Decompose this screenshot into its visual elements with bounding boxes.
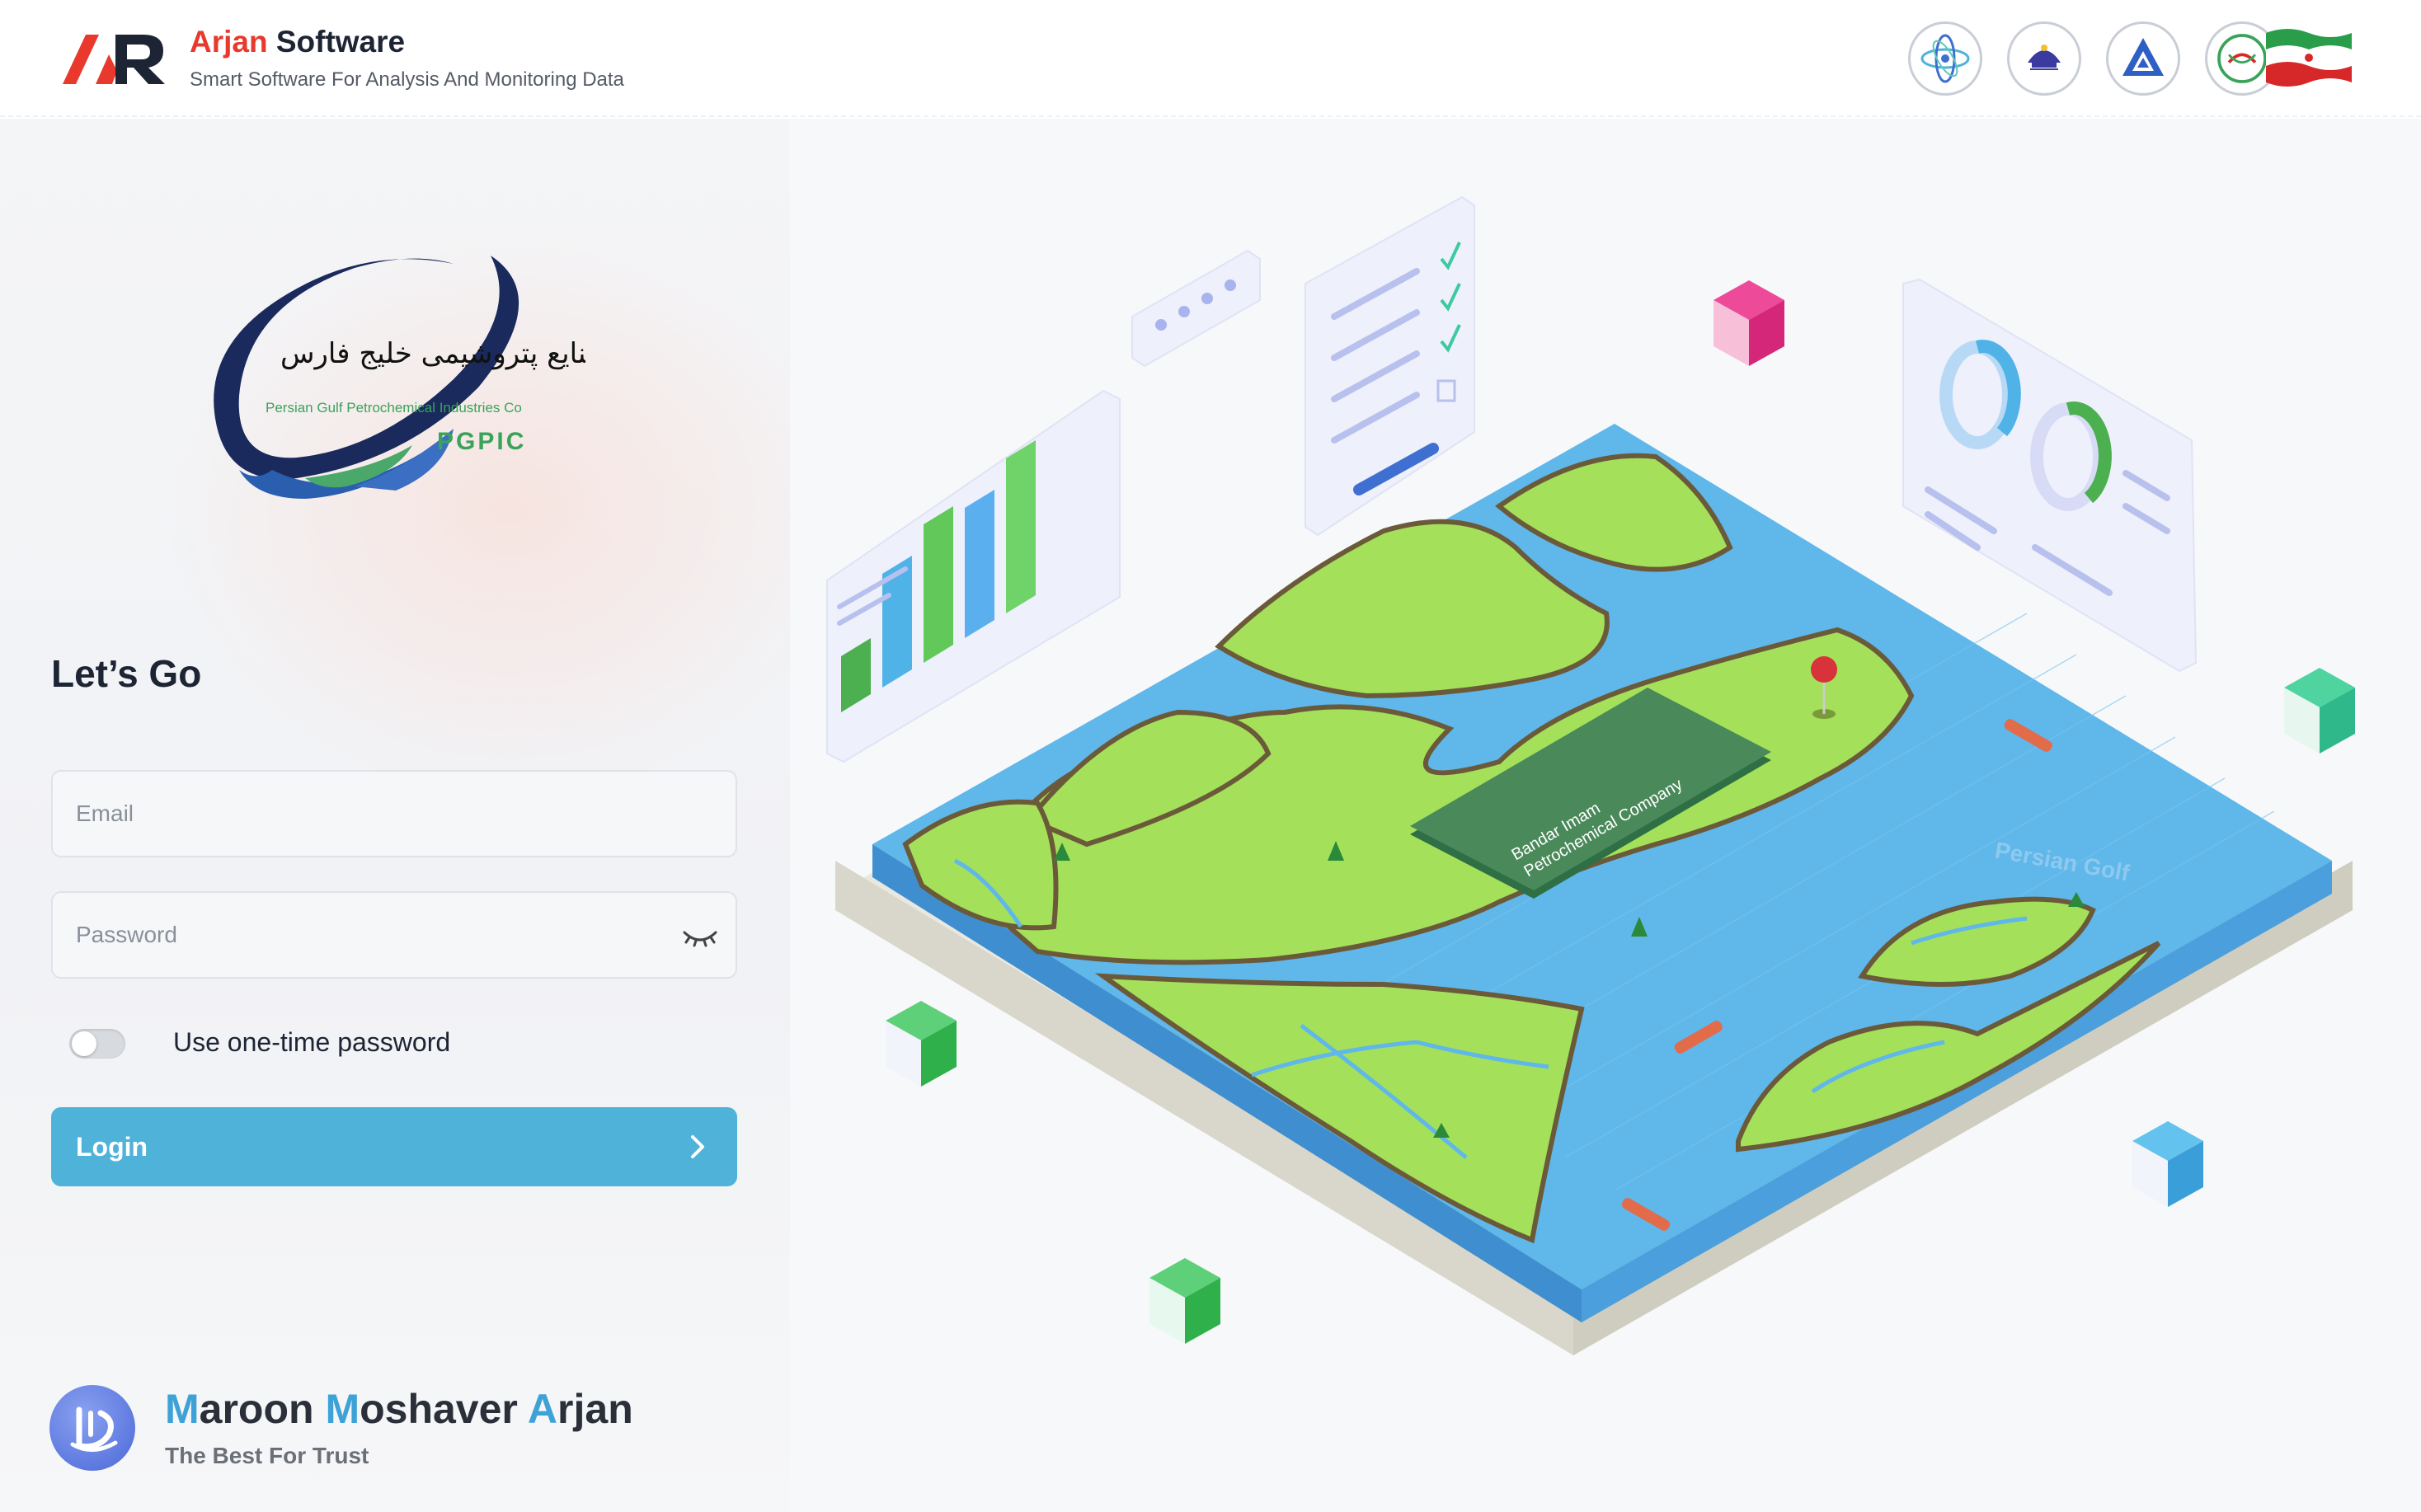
toggle-knob: [72, 1031, 96, 1056]
chevron-right-icon: [691, 1135, 704, 1158]
dots-card: [1131, 249, 1261, 368]
cube-green-left: [886, 1001, 957, 1087]
arjan-logo: [63, 35, 165, 84]
atom-logo-icon: [1908, 21, 1982, 96]
checklist-card: [1305, 195, 1475, 537]
email-input[interactable]: [53, 772, 736, 856]
footer-title: Maroon Moshaver Arjan: [165, 1385, 633, 1433]
email-field[interactable]: [51, 770, 737, 857]
flag-icon: [2266, 29, 2352, 87]
login-title: Let’s Go: [51, 652, 202, 695]
triangle-a-logo-icon: [2106, 21, 2180, 96]
brand-subtitle: Smart Software For Analysis And Monitori…: [190, 68, 624, 91]
login-button[interactable]: Login: [51, 1107, 737, 1186]
word-rjan: rjan: [557, 1386, 633, 1432]
password-field[interactable]: [51, 891, 737, 979]
word-oshaver: oshaver: [360, 1386, 528, 1432]
top-header: Arjan Software Smart Software For Analys…: [0, 0, 2421, 117]
otp-label: Use one-time password: [173, 1027, 451, 1057]
isometric-illustration: Bandar Imam Petrochemical Company Persia…: [790, 119, 2421, 1512]
eye-closed-icon[interactable]: [681, 921, 719, 954]
bar-chart-card: [826, 389, 1121, 763]
initial-m2: M: [325, 1386, 360, 1432]
university-logo-icon: [2007, 21, 2081, 96]
initial-m1: M: [165, 1386, 200, 1432]
cube-teal: [2284, 668, 2355, 754]
otp-toggle[interactable]: [69, 1029, 125, 1059]
brand-rest: Software: [275, 25, 406, 59]
login-button-label: Login: [76, 1132, 148, 1162]
cube-green-bottom: [1149, 1258, 1220, 1344]
company-name-en: Persian Gulf Petrochemical Industries Co: [266, 400, 522, 416]
company-name-fa: شرکت صنایع پتروشیمی خلیج فارس: [280, 337, 585, 370]
footer-subtitle: The Best For Trust: [165, 1443, 369, 1468]
password-input[interactable]: [53, 893, 736, 977]
donut-chart-card: [1902, 278, 2198, 673]
maroon-logo-icon: [49, 1385, 135, 1471]
initial-a: A: [527, 1386, 558, 1432]
company-abbr: PGPIC: [437, 428, 526, 455]
pgpic-logo: شرکت صنایع پتروشیمی خلیج فارس Persian Gu…: [214, 256, 585, 499]
word-aroon: aroon: [199, 1386, 326, 1432]
brand-accent: Arjan: [190, 25, 268, 59]
brand-title: Arjan Software: [190, 25, 405, 59]
cube-magenta: [1714, 280, 1784, 366]
cube-blue: [2132, 1121, 2203, 1207]
